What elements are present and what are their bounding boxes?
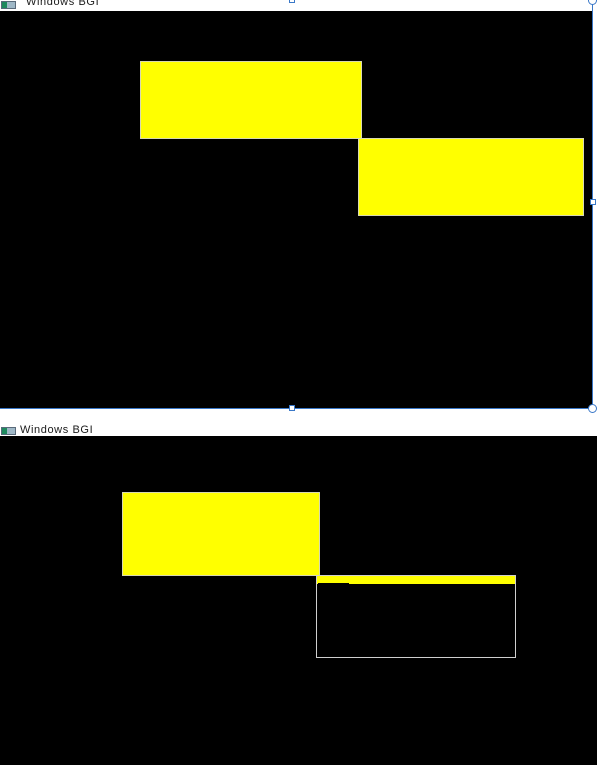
drawing-canvas	[0, 11, 592, 408]
title-bar[interactable]: Windows BGI	[0, 424, 597, 436]
resize-handle[interactable]	[289, 405, 295, 411]
bgi-app-icon	[1, 1, 16, 9]
title-bar[interactable]: Windows BGI	[0, 0, 597, 11]
window-title: Windows BGI	[20, 424, 94, 436]
selection-border	[0, 408, 592, 409]
black-notch	[318, 583, 349, 585]
bgi-app-icon	[1, 427, 16, 435]
resize-handle[interactable]	[289, 0, 295, 3]
resize-handle[interactable]	[590, 199, 596, 205]
bgi-window-bottom: Windows BGI	[0, 424, 597, 765]
drawing-canvas	[0, 436, 597, 765]
yellow-rectangle	[140, 61, 362, 139]
yellow-rectangle	[122, 492, 320, 576]
window-title: Windows BGI	[26, 0, 100, 8]
yellow-rectangle	[358, 138, 584, 216]
outlined-rectangle	[316, 575, 516, 658]
resize-handle[interactable]	[588, 404, 597, 413]
bgi-window-top: Windows BGI	[0, 0, 597, 413]
